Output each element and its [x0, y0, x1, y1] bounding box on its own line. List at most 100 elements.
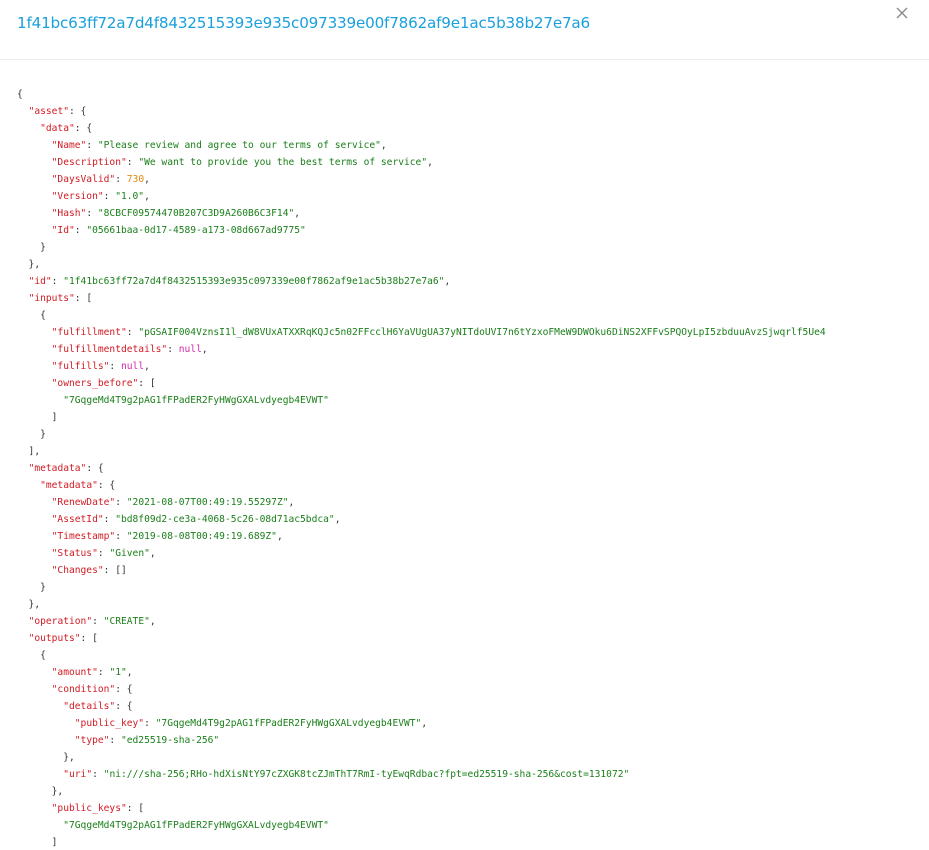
- json-line: "data": {: [17, 120, 929, 137]
- json-punctuation: [17, 123, 40, 134]
- json-string: "ni:///sha-256;RHo-hdXisNtY97cZXGK8tcZJm…: [103, 769, 630, 780]
- json-punctuation: :: [115, 174, 127, 185]
- json-key: "owners_before": [51, 378, 139, 389]
- json-line: "Id": "05661baa-0d17-4589-a173-08d667ad9…: [17, 222, 929, 239]
- json-key: "Timestamp": [51, 531, 116, 542]
- json-key: "amount": [51, 667, 98, 678]
- json-line: "Timestamp": "2019-08-08T00:49:19.689Z",: [17, 528, 929, 545]
- json-key: "uri": [63, 769, 93, 780]
- json-punctuation: ,: [126, 667, 133, 678]
- close-button[interactable]: [893, 4, 911, 22]
- json-key: "RenewDate": [51, 497, 116, 508]
- json-punctuation: [17, 276, 29, 287]
- json-punctuation: [17, 633, 29, 644]
- json-line: "Changes": []: [17, 562, 929, 579]
- json-key: "type": [74, 735, 110, 746]
- json-line: "type": "ed25519-sha-256": [17, 732, 929, 749]
- json-punctuation: ,: [380, 140, 387, 151]
- json-key: "details": [63, 701, 116, 712]
- json-punctuation: :: [126, 157, 139, 168]
- json-punctuation: :: [126, 327, 139, 338]
- json-line: "metadata": {: [17, 477, 929, 494]
- json-line: },: [17, 749, 929, 766]
- json-punctuation: :: [51, 276, 64, 287]
- json-string: "05661baa-0d17-4589-a173-08d667ad9775": [86, 225, 306, 236]
- json-line: }: [17, 426, 929, 443]
- json-punctuation: [17, 463, 29, 474]
- json-punctuation: :: [103, 514, 116, 525]
- json-string: "Please review and agree to our terms of…: [97, 140, 381, 151]
- json-key: "metadata": [40, 480, 98, 491]
- json-punctuation: [17, 820, 63, 831]
- json-number: 730: [126, 174, 145, 185]
- json-punctuation: ,: [444, 276, 451, 287]
- json-line: "outputs": [: [17, 630, 929, 647]
- json-line: "fulfillmentdetails": null,: [17, 341, 929, 358]
- json-line: "AssetId": "bd8f09d2-ce3a-4068-5c26-08d7…: [17, 511, 929, 528]
- json-null: null: [120, 361, 145, 372]
- json-punctuation: ,: [288, 497, 295, 508]
- json-punctuation: [17, 378, 52, 389]
- json-line: "details": {: [17, 698, 929, 715]
- json-string: "pGSAIF004VznsI1l_dW8VUxATXXRqKQJc5n02FF…: [138, 327, 826, 338]
- json-punctuation: [17, 344, 52, 355]
- json-punctuation: [17, 531, 52, 542]
- json-key: "fulfillment": [51, 327, 127, 338]
- json-key: "fulfills": [51, 361, 110, 372]
- json-punctuation: : {: [86, 463, 104, 474]
- json-string: "bd8f09d2-ce3a-4068-5c26-08d71ac5bdca": [115, 514, 335, 525]
- json-string: "ed25519-sha-256": [120, 735, 220, 746]
- json-punctuation: [17, 208, 52, 219]
- json-punctuation: [17, 140, 52, 151]
- json-key: "id": [28, 276, 52, 287]
- json-key: "Changes": [51, 565, 104, 576]
- json-punctuation: [17, 565, 52, 576]
- modal-title: 1f41bc63ff72a7d4f8432515393e935c097339e0…: [17, 14, 590, 32]
- json-key: "outputs": [28, 633, 81, 644]
- json-line: "7GqgeMd4T9g2pAG1fFPadER2FyHWgGXALvdyegb…: [17, 817, 929, 834]
- json-punctuation: :: [103, 191, 116, 202]
- json-string: "We want to provide you the best terms o…: [138, 157, 428, 168]
- json-punctuation: }: [17, 582, 46, 593]
- json-punctuation: [17, 191, 52, 202]
- json-punctuation: :: [109, 361, 121, 372]
- json-line: "uri": "ni:///sha-256;RHo-hdXisNtY97cZXG…: [17, 766, 929, 783]
- json-punctuation: [17, 803, 52, 814]
- json-key: "Id": [51, 225, 75, 236]
- json-punctuation: [17, 293, 29, 304]
- json-line: ],: [17, 443, 929, 460]
- json-punctuation: : []: [103, 565, 127, 576]
- json-punctuation: [17, 701, 63, 712]
- json-punctuation: [17, 667, 52, 678]
- json-punctuation: [17, 480, 40, 491]
- json-punctuation: [17, 735, 75, 746]
- json-key: "Name": [51, 140, 87, 151]
- json-line: },: [17, 783, 929, 800]
- json-line: "Description": "We want to provide you t…: [17, 154, 929, 171]
- json-punctuation: [17, 616, 29, 627]
- json-key: "fulfillmentdetails": [51, 344, 168, 355]
- json-key: "data": [40, 123, 75, 134]
- json-line: "Hash": "8CBCF09574470B207C3D9A260B6C3F1…: [17, 205, 929, 222]
- json-punctuation: ,: [294, 208, 301, 219]
- json-line: "owners_before": [: [17, 375, 929, 392]
- json-line: "Version": "1.0",: [17, 188, 929, 205]
- json-string: "8CBCF09574470B207C3D9A260B6C3F14": [97, 208, 295, 219]
- json-line: }: [17, 239, 929, 256]
- json-viewer: { "asset": { "data": { "Name": "Please r…: [17, 86, 929, 850]
- json-punctuation: : {: [69, 106, 87, 117]
- json-line: "RenewDate": "2021-08-07T00:49:19.55297Z…: [17, 494, 929, 511]
- json-line: "id": "1f41bc63ff72a7d4f8432515393e935c0…: [17, 273, 929, 290]
- json-null: null: [178, 344, 202, 355]
- json-punctuation: [17, 718, 75, 729]
- json-punctuation: ,: [427, 157, 433, 168]
- json-key: "operation": [28, 616, 93, 627]
- close-icon[interactable]: [896, 7, 908, 19]
- json-punctuation: },: [17, 786, 64, 797]
- json-punctuation: [17, 327, 52, 338]
- json-punctuation: :: [167, 344, 179, 355]
- json-line: },: [17, 256, 929, 273]
- json-key: "Version": [51, 191, 104, 202]
- json-punctuation: :: [109, 735, 121, 746]
- json-key: "Status": [51, 548, 98, 559]
